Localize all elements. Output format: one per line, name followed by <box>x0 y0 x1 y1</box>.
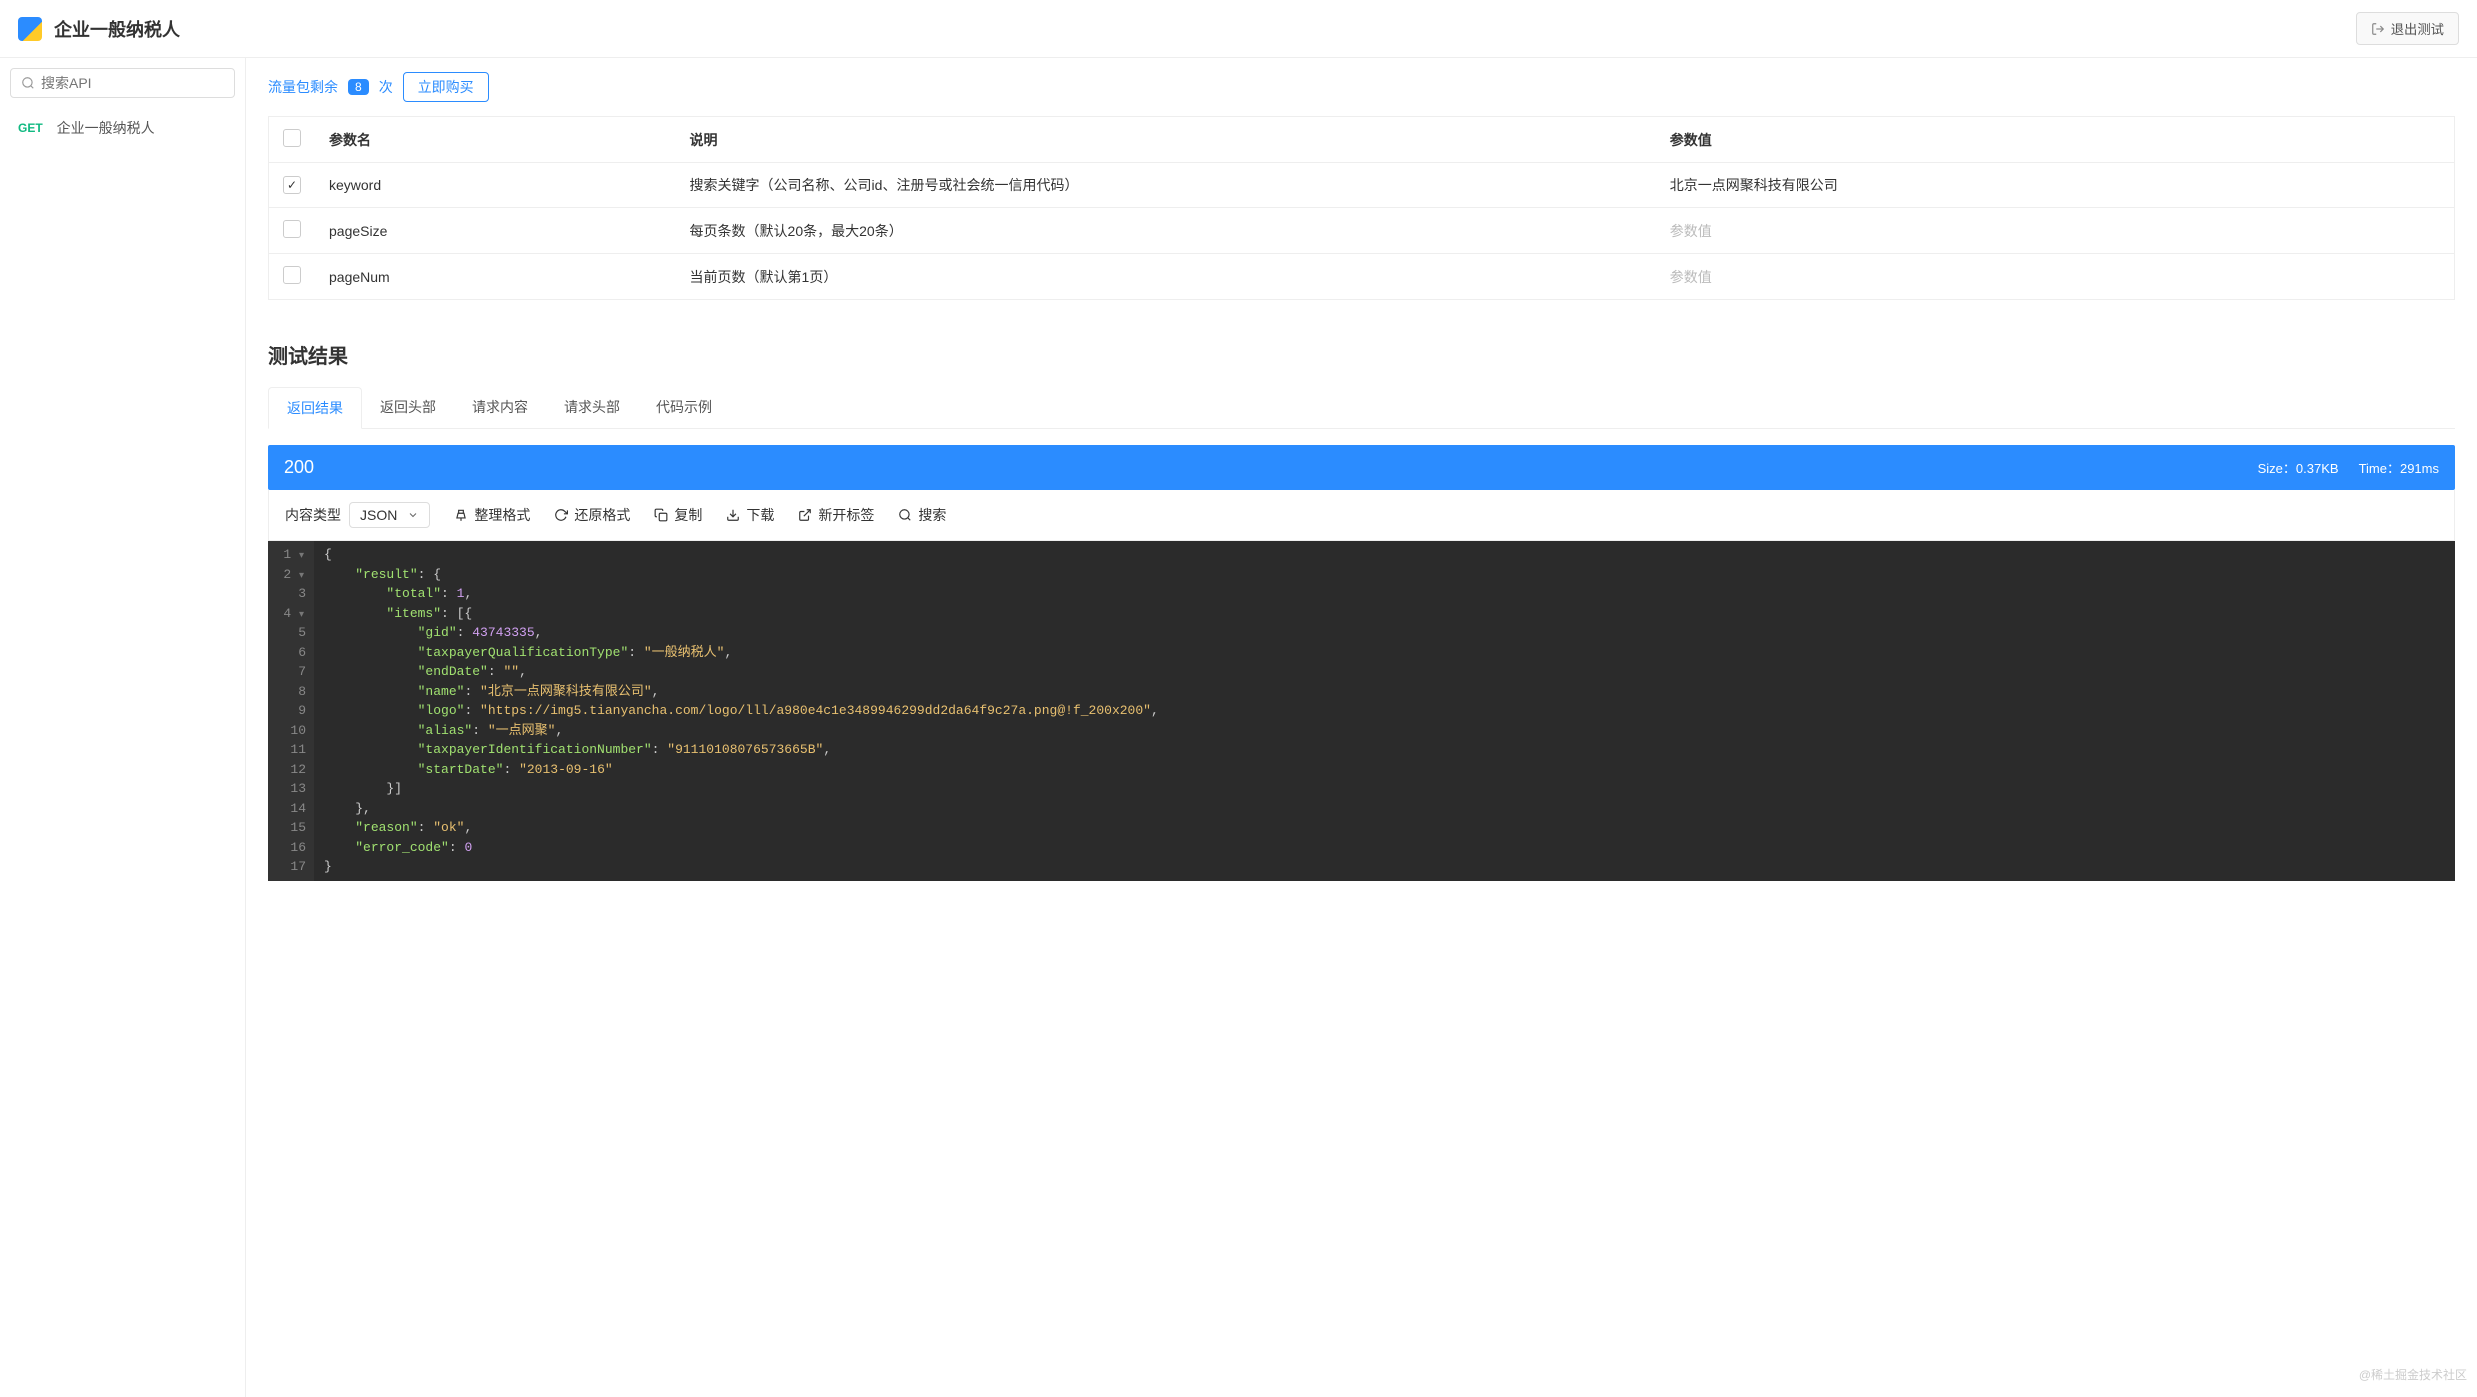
tab-request-body[interactable]: 请求内容 <box>454 387 546 428</box>
param-desc: 每页条数（默认20条，最大20条） <box>676 208 1656 254</box>
search-box[interactable] <box>10 68 235 98</box>
sidebar-item-api[interactable]: GET 企业一般纳税人 <box>0 108 245 148</box>
traffic-prefix: 流量包剩余 <box>268 77 338 97</box>
header-checkbox[interactable] <box>283 129 301 147</box>
status-size: Size：0.37KB <box>2258 458 2339 477</box>
layout: GET 企业一般纳税人 流量包剩余 8 次 立即购买 参数名 说明 参数值 <box>0 58 2477 1397</box>
search-icon <box>21 76 35 90</box>
page-title: 企业一般纳税人 <box>54 16 180 42</box>
response-code-block: 1 ▾2 ▾3 4 ▾5 6 7 8 9 10 11 12 13 14 15 1… <box>268 541 2455 881</box>
header-name: 参数名 <box>315 117 676 163</box>
header-value: 参数值 <box>1656 117 2455 163</box>
results-section-title: 测试结果 <box>268 340 2455 369</box>
search-response-button[interactable]: 搜索 <box>898 505 946 525</box>
search-icon <box>898 508 912 522</box>
params-table: 参数名 说明 参数值 ✓ keyword 搜索关键字（公司名称、公司id、注册号… <box>268 116 2455 300</box>
header: 企业一般纳税人 退出测试 <box>0 0 2477 58</box>
pin-icon <box>454 508 468 522</box>
header-left: 企业一般纳税人 <box>18 16 180 42</box>
param-value[interactable]: 北京一点网聚科技有限公司 <box>1656 163 2455 208</box>
restore-button[interactable]: 还原格式 <box>554 505 630 525</box>
tab-code-sample[interactable]: 代码示例 <box>638 387 730 428</box>
param-name: keyword <box>315 163 676 208</box>
tab-request-headers[interactable]: 请求头部 <box>546 387 638 428</box>
param-value-placeholder[interactable]: 参数值 <box>1656 254 2455 300</box>
table-row: pageSize 每页条数（默认20条，最大20条） 参数值 <box>269 208 2455 254</box>
content-type-label: 内容类型 <box>285 505 341 525</box>
exit-test-button[interactable]: 退出测试 <box>2356 12 2459 45</box>
content-type-group: 内容类型 JSON <box>285 502 430 528</box>
response-json-body[interactable]: { "result": { "total": 1, "items": [{ "g… <box>314 541 2455 881</box>
watermark: @稀土掘金技术社区 <box>2359 1366 2467 1383</box>
logo-icon <box>18 17 42 41</box>
status-meta: Size：0.37KB Time：291ms <box>2258 458 2439 477</box>
status-time: Time：291ms <box>2359 458 2439 477</box>
tab-response-headers[interactable]: 返回头部 <box>362 387 454 428</box>
traffic-count-badge: 8 <box>348 79 369 95</box>
external-link-icon <box>798 508 812 522</box>
param-desc: 搜索关键字（公司名称、公司id、注册号或社会统一信用代码） <box>676 163 1656 208</box>
download-button[interactable]: 下载 <box>726 505 774 525</box>
row-checkbox[interactable]: ✓ <box>283 176 301 194</box>
search-input[interactable] <box>41 75 224 91</box>
sidebar: GET 企业一般纳税人 <box>0 58 246 1397</box>
params-header-row: 参数名 说明 参数值 <box>269 117 2455 163</box>
param-name: pageNum <box>315 254 676 300</box>
response-toolbar: 内容类型 JSON 整理格式 还原格式 复制 下载 <box>268 490 2455 541</box>
copy-icon <box>654 508 668 522</box>
traffic-bar: 流量包剩余 8 次 立即购买 <box>268 58 2455 116</box>
header-desc: 说明 <box>676 117 1656 163</box>
open-tab-button[interactable]: 新开标签 <box>798 505 874 525</box>
status-code: 200 <box>284 457 314 478</box>
format-button[interactable]: 整理格式 <box>454 505 530 525</box>
exit-label: 退出测试 <box>2391 19 2444 38</box>
sidebar-item-label: 企业一般纳税人 <box>57 118 155 138</box>
line-gutter: 1 ▾2 ▾3 4 ▾5 6 7 8 9 10 11 12 13 14 15 1… <box>268 541 314 881</box>
download-icon <box>726 508 740 522</box>
table-row: ✓ keyword 搜索关键字（公司名称、公司id、注册号或社会统一信用代码） … <box>269 163 2455 208</box>
copy-button[interactable]: 复制 <box>654 505 702 525</box>
refresh-icon <box>554 508 568 522</box>
result-tabs: 返回结果 返回头部 请求内容 请求头部 代码示例 <box>268 387 2455 429</box>
buy-button[interactable]: 立即购买 <box>403 72 489 102</box>
table-row: pageNum 当前页数（默认第1页） 参数值 <box>269 254 2455 300</box>
param-value-placeholder[interactable]: 参数值 <box>1656 208 2455 254</box>
param-name: pageSize <box>315 208 676 254</box>
main: 流量包剩余 8 次 立即购买 参数名 说明 参数值 ✓ keyword <box>246 58 2477 1397</box>
tab-response-body[interactable]: 返回结果 <box>268 387 362 429</box>
http-method-badge: GET <box>18 121 43 135</box>
row-checkbox[interactable] <box>283 220 301 238</box>
traffic-suffix: 次 <box>379 77 393 97</box>
status-bar: 200 Size：0.37KB Time：291ms <box>268 445 2455 490</box>
exit-icon <box>2371 22 2385 36</box>
chevron-down-icon <box>407 509 419 521</box>
row-checkbox[interactable] <box>283 266 301 284</box>
header-checkbox-cell <box>269 117 316 163</box>
param-desc: 当前页数（默认第1页） <box>676 254 1656 300</box>
content-type-select[interactable]: JSON <box>349 502 430 528</box>
